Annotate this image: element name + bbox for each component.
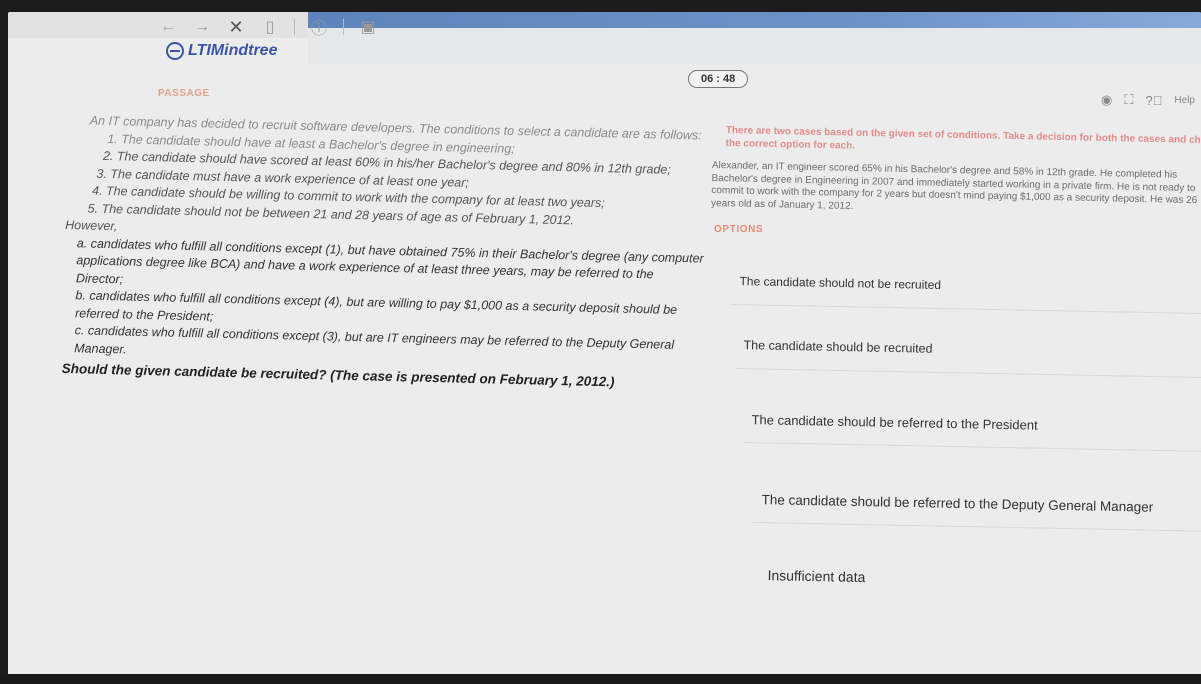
fullscreen-icon[interactable]: ⛶ xyxy=(1124,92,1133,108)
exam-screen: ← → ✕ ▯ ⓘ ▣ LTIMindtree 06 : 48 ◉ ⛶ ?⃝ H… xyxy=(8,12,1201,676)
toolbar-divider xyxy=(343,19,344,35)
page-icon[interactable]: ▯ xyxy=(260,17,280,37)
options-label: OPTIONS xyxy=(714,224,764,235)
eye-icon[interactable]: ◉ xyxy=(1101,92,1112,108)
passage-label: PASSAGE xyxy=(158,88,210,99)
option-label: The candidate should be recruited xyxy=(743,338,933,356)
info-icon[interactable]: ⓘ xyxy=(309,15,329,39)
countdown-timer: 06 : 48 xyxy=(688,70,749,88)
logo-text: LTIMindtree xyxy=(188,42,278,59)
option-recruited[interactable]: The candidate should be recruited xyxy=(735,322,1201,379)
option-label: The candidate should not be recruited xyxy=(739,274,942,293)
toolbar-divider xyxy=(294,19,295,35)
header-bar xyxy=(308,28,1201,64)
toolbar-buttons: ← → ✕ ▯ ⓘ ▣ xyxy=(158,15,378,39)
document-icon[interactable]: ▣ xyxy=(358,17,378,37)
option-not-recruited[interactable]: The candidate should not be recruited xyxy=(731,258,1201,315)
option-refer-president[interactable]: The candidate should be referred to the … xyxy=(743,396,1201,453)
help-label[interactable]: Help xyxy=(1174,95,1195,106)
option-label: Insufficient data xyxy=(767,567,866,586)
case-instructions: There are two cases based on the given s… xyxy=(725,124,1201,152)
company-logo: LTIMindtree xyxy=(166,42,277,60)
device-bezel xyxy=(0,674,1201,684)
option-label: The candidate should be referred to the … xyxy=(751,411,1038,433)
option-refer-dgm[interactable]: The candidate should be referred to the … xyxy=(753,476,1201,533)
back-arrow-icon[interactable]: ← xyxy=(158,18,178,36)
option-insufficient-data[interactable]: Insufficient data xyxy=(759,552,1201,607)
help-icon[interactable]: ?⃝ xyxy=(1145,93,1162,108)
forward-arrow-icon[interactable]: → xyxy=(192,18,212,36)
logo-mark-icon xyxy=(166,42,184,60)
case-description: Alexander, an IT engineer scored 65% in … xyxy=(710,160,1198,212)
close-icon[interactable]: ✕ xyxy=(226,17,246,38)
passage-body: An IT company has decided to recruit sof… xyxy=(62,112,708,393)
option-label: The candidate should be referred to the … xyxy=(761,491,1154,515)
right-toolbar: ◉ ⛶ ?⃝ Help xyxy=(1101,92,1195,108)
